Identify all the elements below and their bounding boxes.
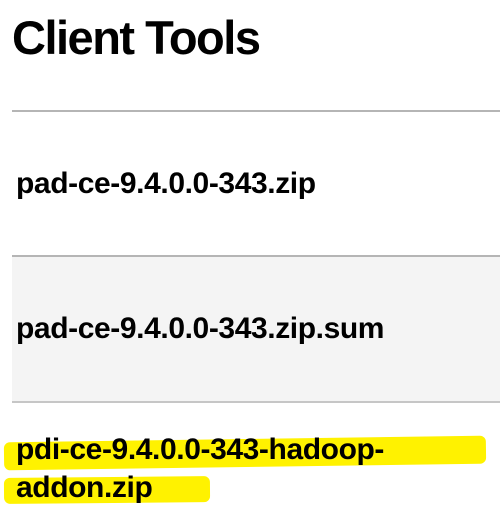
file-name-line-2: addon.zip (16, 471, 153, 504)
list-item: pad-ce-9.4.0.0-343.zip.sum (12, 257, 500, 403)
file-link-pdi-hadoop-addon[interactable]: pdi-ce-9.4.0.0-343-hadoop- addon.zip (3, 431, 487, 507)
file-list: pad-ce-9.4.0.0-343.zip pad-ce-9.4.0.0-34… (0, 112, 500, 529)
list-item: pad-ce-9.4.0.0-343.zip (12, 112, 500, 257)
section-title: Client Tools (12, 11, 261, 64)
file-link-pad-zip[interactable]: pad-ce-9.4.0.0-343.zip (16, 165, 316, 203)
file-name-line-1: pdi-ce-9.4.0.0-343-hadoop- (16, 433, 385, 466)
file-link-pad-zip-sum[interactable]: pad-ce-9.4.0.0-343.zip.sum (16, 310, 384, 348)
list-item: pdi-ce-9.4.0.0-343-hadoop- addon.zip (3, 403, 500, 529)
